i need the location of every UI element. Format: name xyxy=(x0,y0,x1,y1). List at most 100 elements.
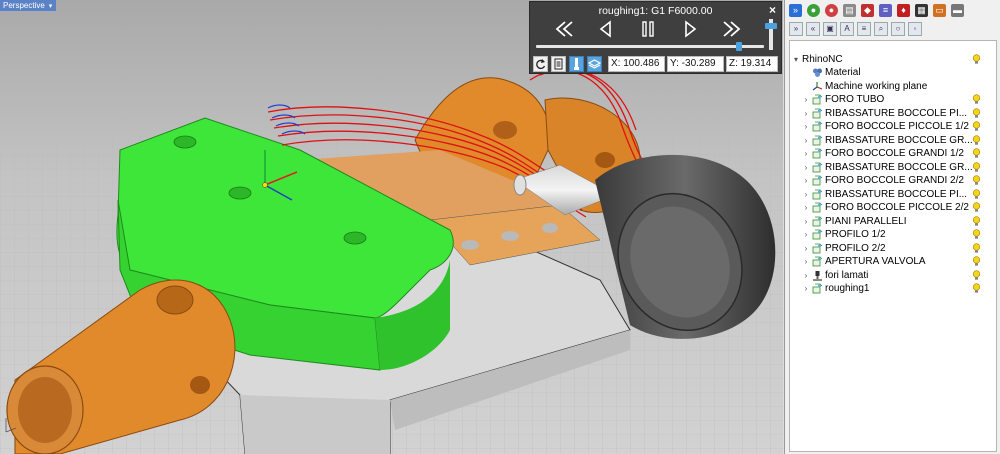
tree-item[interactable]: › FORO BOCCOLE GRANDI 1/2 xyxy=(790,147,996,160)
light-bulb-icon[interactable] xyxy=(972,269,981,281)
tree-item[interactable]: › FORO TUBO xyxy=(790,93,996,106)
tree-item[interactable]: › RIBASSATURE BOCCOLE GR... xyxy=(790,134,996,147)
expand-chevron-icon[interactable]: › xyxy=(802,242,810,255)
expand-chevron-icon[interactable]: › xyxy=(802,174,810,187)
expand-chevron-icon[interactable]: › xyxy=(802,93,810,106)
rhinonc-tab-icon[interactable]: » xyxy=(789,3,802,17)
close-icon[interactable]: × xyxy=(769,3,776,17)
expand-chevron-icon[interactable]: › xyxy=(802,201,810,214)
tree-item[interactable]: › RIBASSATURE BOCCOLE PI... xyxy=(790,107,996,120)
light-bulb-icon[interactable] xyxy=(972,229,981,240)
expand-chevron-icon[interactable]: › xyxy=(802,188,810,201)
reset-button[interactable] xyxy=(533,56,548,72)
fast-forward-end-button[interactable] xyxy=(720,19,744,39)
tree-item-label: fori lamati xyxy=(825,269,869,281)
operation-icon xyxy=(812,256,823,267)
speed-slider-thumb[interactable] xyxy=(765,22,777,29)
operation-icon xyxy=(812,148,823,159)
collapse-all-icon[interactable]: « xyxy=(806,22,820,36)
viewport-label-tab[interactable]: Perspective ▾ xyxy=(0,0,57,11)
display-icon[interactable]: ▭ xyxy=(933,3,946,17)
tree-item[interactable]: › RIBASSATURE BOCCOLE GR... xyxy=(790,161,996,174)
expand-all-icon[interactable]: » xyxy=(789,22,803,36)
tree-item[interactable]: › FORO BOCCOLE PICCOLE 1/2 xyxy=(790,120,996,133)
light-bulb-icon[interactable] xyxy=(972,54,981,65)
operation-icon xyxy=(812,108,823,119)
pause-button[interactable] xyxy=(636,19,660,39)
tree-root[interactable]: ▾ RhinoNC xyxy=(790,53,996,66)
tree-item[interactable]: › FORO BOCCOLE PICCOLE 2/2 xyxy=(790,201,996,214)
expand-chevron-icon[interactable]: › xyxy=(802,228,810,241)
operations-tree[interactable]: ▾ RhinoNC Material Machine working plane ›… xyxy=(789,40,997,452)
notification-icon[interactable]: ♦ xyxy=(897,3,910,17)
triangle-left-icon xyxy=(599,20,611,38)
show-toolpath-icon[interactable]: ▣ xyxy=(823,22,837,36)
light-bulb-icon[interactable] xyxy=(972,161,981,173)
tree-item-label: PROFILO 2/2 xyxy=(825,242,886,254)
tool-view-button[interactable] xyxy=(569,56,584,72)
panel-toolbar-top: » ● ● ▤ ◆ ≡ ♦ ▦ ▭ ▬ xyxy=(785,0,1000,20)
refresh-icon xyxy=(536,59,546,70)
speed-slider[interactable] xyxy=(765,19,777,50)
grid-icon[interactable]: ▦ xyxy=(915,3,928,17)
step-forward-button[interactable] xyxy=(678,19,702,39)
light-bulb-icon[interactable] xyxy=(972,215,981,227)
expand-chevron-icon[interactable]: › xyxy=(802,282,810,295)
light-bulb-icon[interactable] xyxy=(972,256,981,267)
step-back-button[interactable] xyxy=(594,19,618,39)
light-bulb-icon[interactable] xyxy=(972,94,981,105)
light-bulb-icon[interactable] xyxy=(972,242,981,254)
operation-icon xyxy=(812,283,823,294)
expand-chevron-icon[interactable]: › xyxy=(802,255,810,268)
tree-item[interactable]: › FORO BOCCOLE GRANDI 2/2 xyxy=(790,174,996,187)
light-bulb-icon[interactable] xyxy=(972,175,981,186)
light-bulb-icon[interactable] xyxy=(972,283,981,294)
document-icon xyxy=(554,58,563,70)
layers-icon[interactable]: ≡ xyxy=(879,3,892,17)
expand-chevron-icon[interactable]: › xyxy=(802,147,810,160)
text-view-icon[interactable]: A xyxy=(840,22,854,36)
collapse-chevron-icon[interactable]: ▾ xyxy=(792,53,800,66)
viewport-menu-arrow-icon[interactable]: ▾ xyxy=(49,3,53,10)
search-icon[interactable]: ○ xyxy=(891,22,905,36)
expand-chevron-icon[interactable]: › xyxy=(802,161,810,174)
light-bulb-toggle-icon[interactable]: ◦ xyxy=(908,22,922,36)
tree-item[interactable]: › PIANI PARALLELI xyxy=(790,215,996,228)
tree-item[interactable]: › PROFILO 2/2 xyxy=(790,242,996,255)
material-icon[interactable]: ◆ xyxy=(861,3,874,17)
tree-item[interactable]: › APERTURA VALVOLA xyxy=(790,255,996,268)
progress-slider[interactable] xyxy=(536,42,764,51)
triangle-right-icon xyxy=(685,20,697,38)
tree-item[interactable]: › fori lamati xyxy=(790,269,996,282)
render-sphere-icon[interactable]: ● xyxy=(825,3,838,17)
operation-icon xyxy=(812,162,823,173)
expand-chevron-icon[interactable]: › xyxy=(802,107,810,120)
light-bulb-icon[interactable] xyxy=(972,202,981,213)
light-bulb-icon[interactable] xyxy=(972,107,981,119)
working-plane-icon xyxy=(812,81,823,92)
tree-item[interactable]: › roughing1 xyxy=(790,282,996,295)
expand-chevron-icon[interactable]: › xyxy=(802,269,810,282)
light-bulb-icon[interactable] xyxy=(972,121,981,132)
properties-icon[interactable]: ▤ xyxy=(843,3,856,17)
operation-icon xyxy=(812,135,823,146)
code-view-button[interactable] xyxy=(551,56,566,72)
light-bulb-icon[interactable] xyxy=(972,134,981,146)
rewind-start-button[interactable] xyxy=(552,19,576,39)
tree-item[interactable]: Machine working plane xyxy=(790,80,996,93)
expand-chevron-icon[interactable]: › xyxy=(802,134,810,147)
stock-view-button[interactable] xyxy=(587,56,602,72)
progress-slider-thumb[interactable] xyxy=(735,42,742,51)
light-bulb-icon[interactable] xyxy=(972,148,981,159)
expand-chevron-icon[interactable]: › xyxy=(802,215,810,228)
tree-item[interactable]: › PROFILO 1/2 xyxy=(790,228,996,241)
light-bulb-icon[interactable] xyxy=(972,188,981,200)
3d-viewport[interactable]: Perspective ▾ roughing1: G1 F6000.00 × X… xyxy=(0,0,783,454)
tree-item[interactable]: Material xyxy=(790,66,996,79)
zoom-icon[interactable]: ⌕ xyxy=(874,22,888,36)
color-wheel-icon[interactable]: ● xyxy=(807,3,820,17)
tree-item[interactable]: › RIBASSATURE BOCCOLE PI... xyxy=(790,188,996,201)
align-text-icon[interactable]: ≡ xyxy=(857,22,871,36)
expand-chevron-icon[interactable]: › xyxy=(802,120,810,133)
folder-icon[interactable]: ▬ xyxy=(951,3,964,17)
